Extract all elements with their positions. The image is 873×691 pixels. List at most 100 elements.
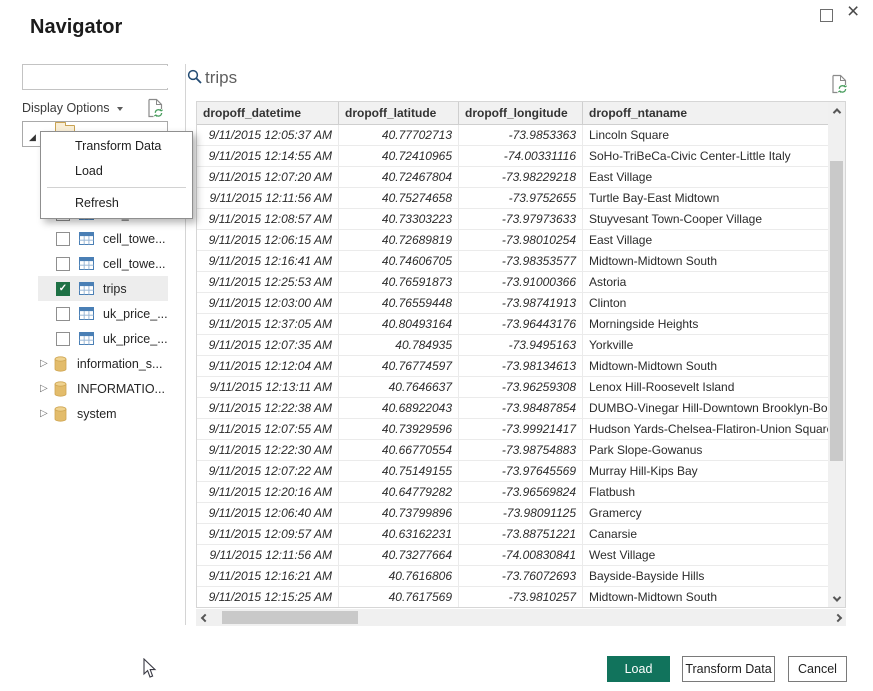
table-cell: -73.96569824 bbox=[459, 482, 583, 502]
table-checkbox[interactable] bbox=[56, 332, 70, 346]
table-cell: -73.9495163 bbox=[459, 335, 583, 355]
table-cell: Morningside Heights bbox=[583, 314, 845, 334]
tree-item-uk-price[interactable]: uk_price_... bbox=[38, 326, 168, 351]
table-cell: 40.73277664 bbox=[339, 545, 459, 565]
column-header-dropoff_ntaname: dropoff_ntaname bbox=[583, 102, 845, 124]
tree-item-trips[interactable]: ✓trips bbox=[38, 276, 168, 301]
transform-data-button[interactable]: Transform Data bbox=[682, 656, 775, 682]
menu-item-transform-data[interactable]: Transform Data bbox=[41, 134, 192, 159]
horizontal-scrollbar[interactable] bbox=[196, 609, 846, 626]
refresh-preview-icon[interactable] bbox=[831, 74, 848, 94]
table-row: 9/11/2015 12:07:22 AM40.75149155-73.9764… bbox=[197, 461, 845, 482]
tree-item-label: uk_price_... bbox=[103, 307, 168, 321]
vertical-scrollbar-thumb[interactable] bbox=[830, 161, 843, 461]
table-cell: 40.68922043 bbox=[339, 398, 459, 418]
table-checkbox[interactable] bbox=[56, 232, 70, 246]
scroll-up-button[interactable] bbox=[828, 102, 845, 119]
table-row: 9/11/2015 12:14:55 AM40.72410965-74.0033… bbox=[197, 146, 845, 167]
table-cell: 40.76591873 bbox=[339, 272, 459, 292]
table-checkbox[interactable] bbox=[56, 257, 70, 271]
column-header-dropoff_latitude: dropoff_latitude bbox=[339, 102, 459, 124]
expand-chevron-icon[interactable]: ▷ bbox=[40, 358, 52, 369]
table-cell: 9/11/2015 12:07:22 AM bbox=[197, 461, 339, 481]
table-cell: -73.98134613 bbox=[459, 356, 583, 376]
table-cell: 40.80493164 bbox=[339, 314, 459, 334]
table-cell: 9/11/2015 12:16:21 AM bbox=[197, 566, 339, 586]
table-cell: 9/11/2015 12:20:16 AM bbox=[197, 482, 339, 502]
table-cell: -73.97645569 bbox=[459, 461, 583, 481]
expand-chevron-icon[interactable]: ▷ bbox=[40, 383, 52, 394]
preview-title: trips bbox=[205, 68, 237, 88]
table-row: 9/11/2015 12:37:05 AM40.80493164-73.9644… bbox=[197, 314, 845, 335]
collapse-triangle-icon[interactable]: ◢ bbox=[29, 133, 36, 142]
table-row: 9/11/2015 12:15:25 AM40.7617569-73.98102… bbox=[197, 587, 845, 608]
search-input[interactable] bbox=[23, 66, 186, 88]
table-row: 9/11/2015 12:20:16 AM40.64779282-73.9656… bbox=[197, 482, 845, 503]
maximize-button[interactable] bbox=[820, 9, 833, 22]
table-cell: East Village bbox=[583, 230, 845, 250]
table-cell: -73.99921417 bbox=[459, 419, 583, 439]
cancel-button[interactable]: Cancel bbox=[788, 656, 847, 682]
table-cell: SoHo-TriBeCa-Civic Center-Little Italy bbox=[583, 146, 845, 166]
preview-table-body: 9/11/2015 12:05:37 AM40.77702713-73.9853… bbox=[197, 125, 845, 608]
table-cell: 40.63162231 bbox=[339, 524, 459, 544]
search-box[interactable] bbox=[22, 64, 168, 90]
table-cell: -73.9853363 bbox=[459, 125, 583, 145]
horizontal-scrollbar-thumb[interactable] bbox=[222, 611, 358, 624]
table-cell: -73.97973633 bbox=[459, 209, 583, 229]
refresh-preview-icon[interactable] bbox=[147, 98, 164, 118]
table-cell: DUMBO-Vinegar Hill-Downtown Brooklyn-Boe… bbox=[583, 398, 845, 418]
table-cell: 40.7617569 bbox=[339, 587, 459, 607]
scroll-right-button[interactable] bbox=[829, 609, 846, 626]
scroll-down-button[interactable] bbox=[828, 590, 845, 607]
table-cell: East Village bbox=[583, 167, 845, 187]
table-checkbox[interactable]: ✓ bbox=[56, 282, 70, 296]
display-options-label: Display Options bbox=[22, 101, 110, 115]
table-cell: 9/11/2015 12:22:30 AM bbox=[197, 440, 339, 460]
table-row: 9/11/2015 12:22:30 AM40.66770554-73.9875… bbox=[197, 440, 845, 461]
table-cell: 40.72410965 bbox=[339, 146, 459, 166]
context-menu: Transform DataLoad Refresh bbox=[40, 131, 193, 219]
table-cell: 40.72467804 bbox=[339, 167, 459, 187]
close-icon[interactable]: × bbox=[847, 1, 859, 22]
tree-item-uk-price[interactable]: uk_price_... bbox=[38, 301, 168, 326]
table-cell: -73.98353577 bbox=[459, 251, 583, 271]
table-icon bbox=[79, 332, 94, 345]
expand-chevron-icon[interactable]: ▷ bbox=[40, 408, 52, 419]
scroll-left-button[interactable] bbox=[196, 609, 213, 626]
tree-item-label: cell_towe... bbox=[103, 232, 166, 246]
table-cell: 9/11/2015 12:09:57 AM bbox=[197, 524, 339, 544]
table-cell: 40.72689819 bbox=[339, 230, 459, 250]
table-cell: -73.98487854 bbox=[459, 398, 583, 418]
chevron-down-icon bbox=[117, 107, 123, 111]
table-cell: 40.66770554 bbox=[339, 440, 459, 460]
menu-item-refresh[interactable]: Refresh bbox=[41, 191, 192, 216]
table-row: 9/11/2015 12:09:57 AM40.63162231-73.8875… bbox=[197, 524, 845, 545]
table-cell: 40.784935 bbox=[339, 335, 459, 355]
table-icon bbox=[79, 307, 94, 320]
table-cell: 9/11/2015 12:12:04 AM bbox=[197, 356, 339, 376]
table-cell: Turtle Bay-East Midtown bbox=[583, 188, 845, 208]
table-icon bbox=[79, 232, 94, 245]
table-checkbox[interactable] bbox=[56, 307, 70, 321]
table-cell: Flatbush bbox=[583, 482, 845, 502]
table-cell: -73.96443176 bbox=[459, 314, 583, 334]
table-cell: 40.75274658 bbox=[339, 188, 459, 208]
table-cell: 9/11/2015 12:07:20 AM bbox=[197, 167, 339, 187]
table-row: 9/11/2015 12:22:38 AM40.68922043-73.9848… bbox=[197, 398, 845, 419]
tree-item-information-s[interactable]: ▷information_s... bbox=[38, 351, 168, 376]
table-cell: 40.76774597 bbox=[339, 356, 459, 376]
display-options-dropdown[interactable]: Display Options bbox=[22, 101, 123, 115]
tree-item-cell-towe[interactable]: cell_towe... bbox=[38, 251, 168, 276]
vertical-scrollbar[interactable] bbox=[828, 102, 845, 607]
tree-item-system[interactable]: ▷system bbox=[38, 401, 168, 426]
tree-item-informatio[interactable]: ▷ INFORMATIO... bbox=[38, 376, 168, 401]
tree-item-label: INFORMATIO... bbox=[77, 382, 165, 396]
menu-item-load[interactable]: Load bbox=[41, 159, 192, 184]
tree-item-cell-towe[interactable]: cell_towe... bbox=[38, 226, 168, 251]
table-cell: Park Slope-Gowanus bbox=[583, 440, 845, 460]
table-cell: 40.74606705 bbox=[339, 251, 459, 271]
table-cell: 40.64779282 bbox=[339, 482, 459, 502]
load-button[interactable]: Load bbox=[607, 656, 670, 682]
table-cell: West Village bbox=[583, 545, 845, 565]
